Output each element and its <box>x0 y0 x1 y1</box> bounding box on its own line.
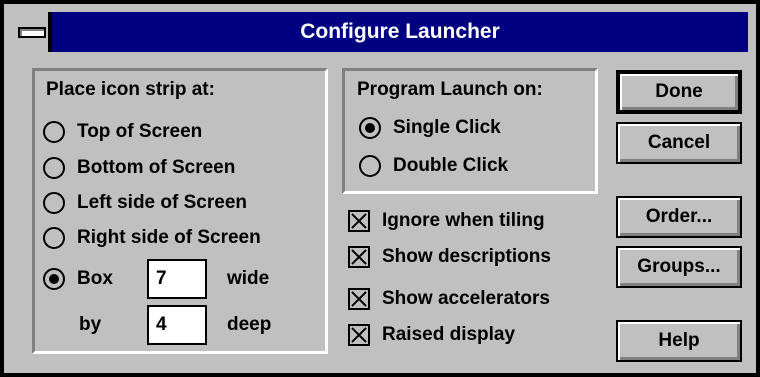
checkbox-show-descriptions[interactable]: Show descriptions <box>348 244 551 270</box>
radio-button-checked-icon[interactable] <box>43 268 65 290</box>
by-label: by <box>79 314 102 335</box>
box-wide-input[interactable]: 7 <box>147 259 207 299</box>
checkbox-ignore-when-tiling[interactable]: Ignore when tiling <box>348 208 545 234</box>
window-title: Configure Launcher <box>300 20 500 43</box>
checkbox-checked-icon[interactable] <box>348 324 370 346</box>
title-bar[interactable]: Configure Launcher <box>12 12 748 52</box>
radio-button-icon[interactable] <box>43 192 65 214</box>
radio-single-click[interactable]: Single Click <box>359 115 501 141</box>
radio-button-icon[interactable] <box>43 157 65 179</box>
cancel-button[interactable]: Cancel <box>616 122 742 164</box>
checkbox-label: Show accelerators <box>382 288 550 309</box>
radio-label: Single Click <box>393 117 501 138</box>
radio-box[interactable]: Box <box>43 266 113 292</box>
box-deep-input[interactable]: 4 <box>147 305 207 345</box>
icon-strip-group: Place icon strip at: Top of Screen Botto… <box>32 68 328 354</box>
deep-label: deep <box>227 314 272 335</box>
system-menu-icon <box>18 27 46 38</box>
system-menu-button[interactable] <box>12 12 52 52</box>
program-launch-heading: Program Launch on: <box>357 79 543 100</box>
checkbox-raised-display[interactable]: Raised display <box>348 322 515 348</box>
program-launch-group: Program Launch on: Single Click Double C… <box>342 68 598 194</box>
radio-label: Box <box>77 268 113 289</box>
checkbox-label: Ignore when tiling <box>382 210 545 231</box>
radio-label: Double Click <box>393 155 509 176</box>
radio-bottom-of-screen[interactable]: Bottom of Screen <box>43 155 235 181</box>
help-button[interactable]: Help <box>616 320 742 362</box>
checkbox-label: Show descriptions <box>382 246 551 267</box>
checkbox-show-accelerators[interactable]: Show accelerators <box>348 286 550 312</box>
radio-button-icon[interactable] <box>43 227 65 249</box>
radio-right-side-of-screen[interactable]: Right side of Screen <box>43 225 261 251</box>
checkbox-checked-icon[interactable] <box>348 246 370 268</box>
radio-left-side-of-screen[interactable]: Left side of Screen <box>43 190 247 216</box>
groups-button[interactable]: Groups... <box>616 246 742 288</box>
wide-label: wide <box>227 268 270 289</box>
order-button[interactable]: Order... <box>616 196 742 238</box>
radio-button-icon[interactable] <box>359 155 381 177</box>
done-button[interactable]: Done <box>616 70 742 114</box>
radio-label: Top of Screen <box>77 121 203 142</box>
dialog-window: Configure Launcher Place icon strip at: … <box>0 0 760 377</box>
radio-label: Left side of Screen <box>77 192 247 213</box>
radio-button-icon[interactable] <box>43 121 65 143</box>
checkbox-label: Raised display <box>382 324 516 345</box>
radio-label: Right side of Screen <box>77 227 261 248</box>
icon-strip-heading: Place icon strip at: <box>46 79 215 100</box>
checkbox-checked-icon[interactable] <box>348 210 370 232</box>
radio-double-click[interactable]: Double Click <box>359 153 508 179</box>
radio-label: Bottom of Screen <box>77 157 236 178</box>
radio-top-of-screen[interactable]: Top of Screen <box>43 119 202 145</box>
radio-button-checked-icon[interactable] <box>359 117 381 139</box>
checkbox-checked-icon[interactable] <box>348 288 370 310</box>
